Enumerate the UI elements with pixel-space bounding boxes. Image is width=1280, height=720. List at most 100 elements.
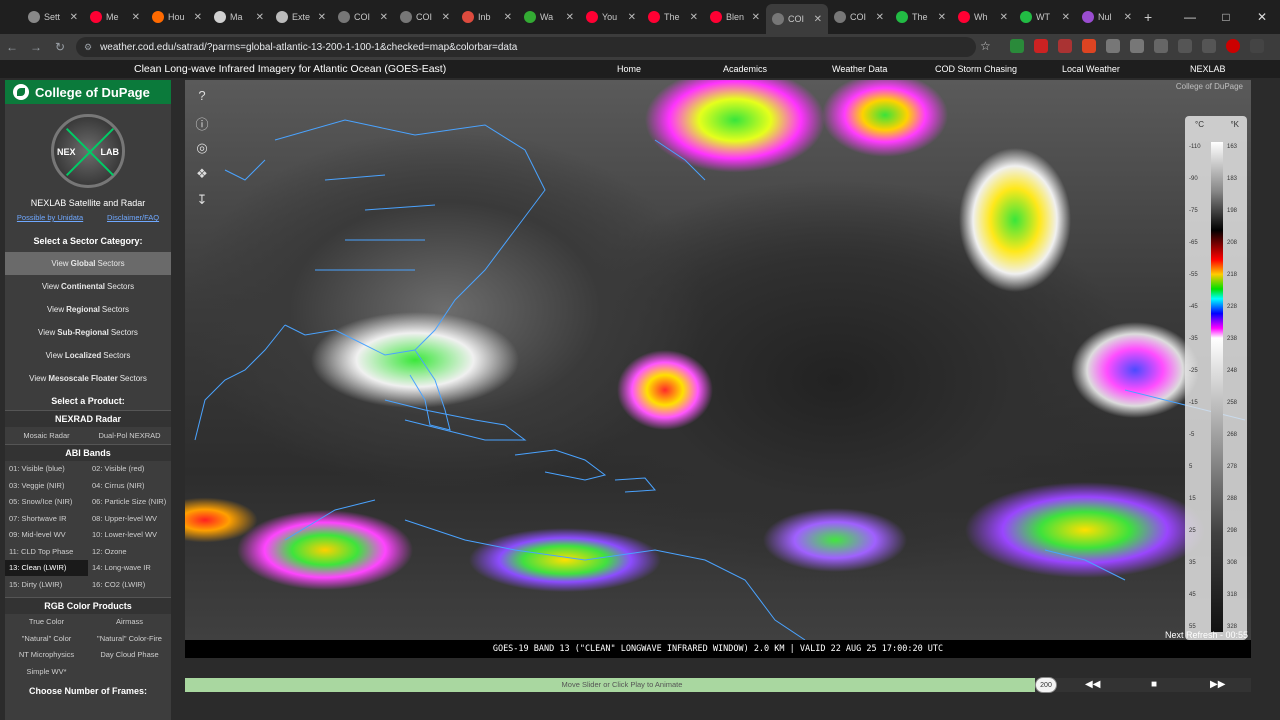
- product-link[interactable]: 02: Visible (red): [88, 461, 171, 478]
- disclaimer-link[interactable]: Disclaimer/FAQ: [107, 213, 159, 222]
- tab-close-icon[interactable]: ✕: [194, 12, 202, 23]
- tab-close-icon[interactable]: ✕: [814, 14, 822, 25]
- tab-close-icon[interactable]: ✕: [566, 12, 574, 23]
- browser-tab[interactable]: COI ✕: [766, 4, 828, 34]
- browser-tab[interactable]: Wa ✕: [518, 4, 580, 30]
- download-icon[interactable]: [1202, 39, 1216, 53]
- reload-icon[interactable]: ↻: [48, 40, 72, 54]
- product-link[interactable]: Airmass: [88, 614, 171, 631]
- browser-tab[interactable]: Nul ✕: [1076, 4, 1138, 30]
- product-link[interactable]: 14: Long-wave IR: [88, 560, 171, 577]
- product-link[interactable]: "Natural" Color: [5, 630, 88, 647]
- sector-link[interactable]: View Mesoscale Floater Sectors: [5, 367, 171, 390]
- sector-link[interactable]: View Global Sectors: [5, 252, 171, 275]
- animation-slider[interactable]: Move Slider or Click Play to Animate 200…: [185, 677, 1251, 693]
- step-forward-icon[interactable]: ▶▶: [1210, 679, 1225, 690]
- tab-close-icon[interactable]: ✕: [504, 12, 512, 23]
- nav-local-weather[interactable]: Local Weather: [1062, 64, 1120, 74]
- forward-icon[interactable]: →: [24, 40, 48, 54]
- sector-link[interactable]: View Regional Sectors: [5, 298, 171, 321]
- browser-tab[interactable]: Sett ✕: [22, 4, 84, 30]
- product-link[interactable]: 03: Veggie (NIR): [5, 477, 88, 494]
- bookmark-star-icon[interactable]: ☆: [980, 39, 991, 53]
- profile-avatar[interactable]: [1226, 39, 1240, 53]
- product-link[interactable]: 06: Particle Size (NIR): [88, 494, 171, 511]
- product-link[interactable]: 10: Lower-level WV: [88, 527, 171, 544]
- tab-close-icon[interactable]: ✕: [1000, 12, 1008, 23]
- product-link[interactable]: Dual-Pol NEXRAD: [88, 427, 171, 444]
- extension-icon[interactable]: [1106, 39, 1120, 53]
- product-link[interactable]: Day Cloud Phase: [88, 647, 171, 664]
- browser-tab[interactable]: Wh ✕: [952, 4, 1014, 30]
- satellite-map[interactable]: ? ⓘ ◎ ❖ ↧ College of DuPage: [185, 80, 1251, 640]
- nav-weather-data[interactable]: Weather Data: [832, 64, 887, 74]
- menu-kebab-icon[interactable]: [1250, 39, 1264, 53]
- nav-cod-storm-chasing[interactable]: COD Storm Chasing: [935, 64, 1017, 74]
- product-link[interactable]: 09: Mid-level WV: [5, 527, 88, 544]
- browser-tab[interactable]: Exte ✕: [270, 4, 332, 30]
- tab-close-icon[interactable]: ✕: [256, 12, 264, 23]
- browser-tab[interactable]: Ma ✕: [208, 4, 270, 30]
- product-link[interactable]: 04: Cirrus (NIR): [88, 477, 171, 494]
- sector-link[interactable]: View Sub-Regional Sectors: [5, 321, 171, 344]
- help-icon[interactable]: ?: [193, 88, 211, 106]
- product-link[interactable]: 16: CO2 (LWIR): [88, 576, 171, 593]
- nav-academics[interactable]: Academics: [723, 64, 767, 74]
- side-panel-icon[interactable]: [1178, 39, 1192, 53]
- product-link[interactable]: 01: Visible (blue): [5, 461, 88, 478]
- product-link[interactable]: 08: Upper-level WV: [88, 510, 171, 527]
- download-icon[interactable]: ↧: [193, 192, 211, 210]
- product-link[interactable]: 13: Clean (LWIR): [5, 559, 88, 576]
- back-icon[interactable]: ←: [0, 40, 24, 54]
- product-link[interactable]: True Color: [5, 614, 88, 631]
- unidata-link[interactable]: Possible by Unidata: [17, 213, 83, 222]
- product-link[interactable]: Simple WV*: [5, 663, 88, 680]
- browser-tab[interactable]: You ✕: [580, 4, 642, 30]
- product-link[interactable]: 05: Snow/Ice (NIR): [5, 494, 88, 511]
- product-link[interactable]: NT Microphysics: [5, 647, 88, 664]
- browser-tab[interactable]: Inb ✕: [456, 4, 518, 30]
- minimize-icon[interactable]: —: [1172, 0, 1208, 34]
- tab-close-icon[interactable]: ✕: [318, 12, 326, 23]
- product-link[interactable]: 07: Shortwave IR: [5, 510, 88, 527]
- extension-icon[interactable]: [1034, 39, 1048, 53]
- stop-icon[interactable]: ■: [1151, 679, 1157, 690]
- brand-header[interactable]: College of DuPage: [5, 80, 171, 104]
- tab-close-icon[interactable]: ✕: [690, 12, 698, 23]
- close-window-icon[interactable]: ✕: [1244, 0, 1280, 34]
- step-back-icon[interactable]: ◀◀: [1085, 679, 1100, 690]
- extension-icon[interactable]: [1058, 39, 1072, 53]
- nav-nexlab[interactable]: NEXLAB: [1190, 64, 1226, 74]
- sector-link[interactable]: View Localized Sectors: [5, 344, 171, 367]
- browser-tab[interactable]: Me ✕: [84, 4, 146, 30]
- new-tab-button[interactable]: +: [1144, 9, 1152, 25]
- browser-tab[interactable]: COI ✕: [828, 4, 890, 30]
- site-info-icon[interactable]: ⚙: [84, 42, 92, 53]
- extension-icon[interactable]: [1130, 39, 1144, 53]
- tab-close-icon[interactable]: ✕: [1062, 12, 1070, 23]
- browser-tab[interactable]: Hou ✕: [146, 4, 208, 30]
- tab-close-icon[interactable]: ✕: [752, 12, 760, 23]
- product-link[interactable]: 11: CLD Top Phase: [5, 543, 88, 560]
- tab-close-icon[interactable]: ✕: [380, 12, 388, 23]
- globe-icon[interactable]: ◎: [193, 140, 211, 158]
- tab-close-icon[interactable]: ✕: [442, 12, 450, 23]
- url-field[interactable]: ⚙ weather.cod.edu/satrad/?parms=global-a…: [76, 37, 976, 57]
- tab-close-icon[interactable]: ✕: [1124, 12, 1132, 23]
- slider-thumb[interactable]: 200: [1035, 677, 1057, 693]
- product-link[interactable]: "Natural" Color-Fire: [88, 630, 171, 647]
- browser-tab[interactable]: COI ✕: [394, 4, 456, 30]
- nav-home[interactable]: Home: [617, 64, 641, 74]
- maximize-icon[interactable]: □: [1208, 0, 1244, 34]
- product-link[interactable]: 15: Dirty (LWIR): [5, 576, 88, 593]
- extension-icon[interactable]: [1010, 39, 1024, 53]
- browser-tab[interactable]: The ✕: [642, 4, 704, 30]
- product-link[interactable]: Mosaic Radar: [5, 427, 88, 444]
- browser-tab[interactable]: The ✕: [890, 4, 952, 30]
- browser-tab[interactable]: COI ✕: [332, 4, 394, 30]
- extension-icon[interactable]: [1082, 39, 1096, 53]
- tab-close-icon[interactable]: ✕: [70, 12, 78, 23]
- tab-close-icon[interactable]: ✕: [938, 12, 946, 23]
- extensions-puzzle-icon[interactable]: [1154, 39, 1168, 53]
- browser-tab[interactable]: Blen ✕: [704, 4, 766, 30]
